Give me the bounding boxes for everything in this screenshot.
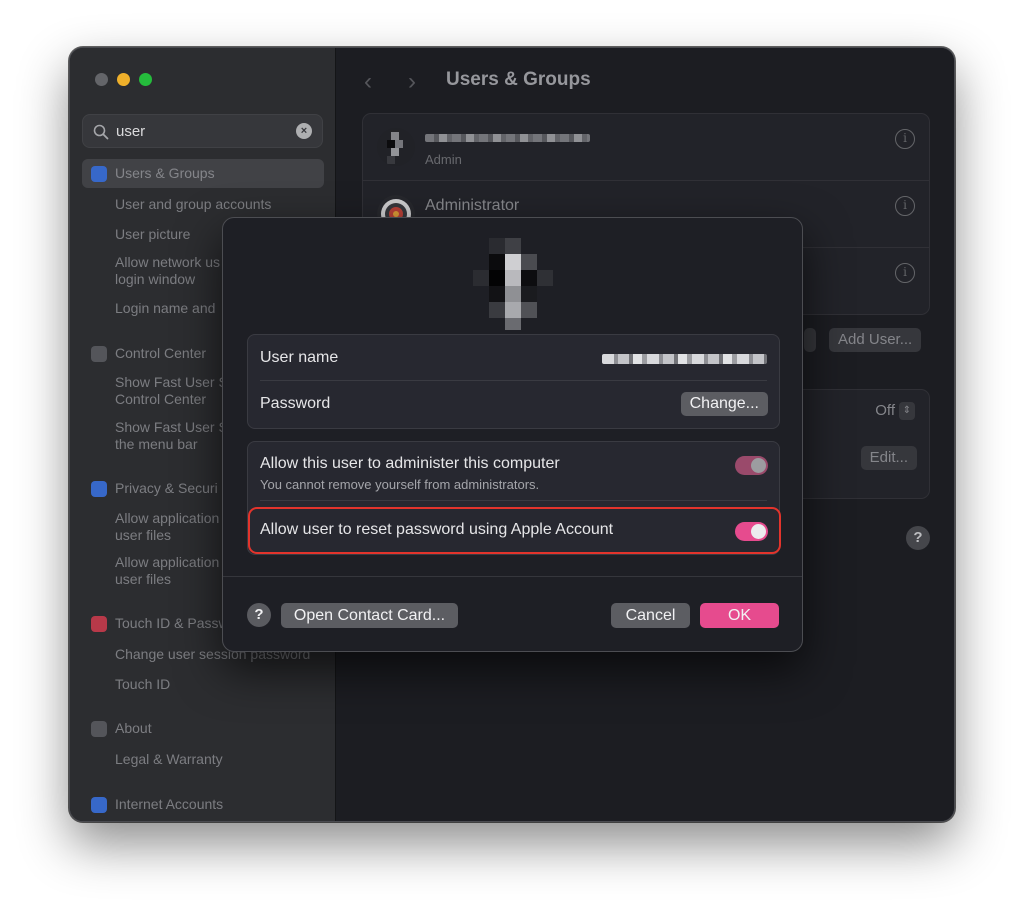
cancel-button[interactable]: Cancel	[611, 603, 690, 628]
password-label: Password	[260, 395, 331, 412]
account-info-group: User name Password Change...	[247, 334, 780, 429]
user-name-label: User name	[260, 349, 339, 366]
permissions-group: Allow this user to administer this compu…	[247, 441, 781, 555]
admin-sublabel: You cannot remove yourself from administ…	[260, 477, 540, 492]
user-avatar	[473, 238, 553, 330]
change-password-button[interactable]: Change...	[680, 392, 768, 416]
highlight-annotation	[248, 507, 781, 554]
user-name-row: User name	[248, 335, 779, 381]
edit-user-sheet: User name Password Change... Allow this …	[222, 217, 803, 652]
admin-row: Allow this user to administer this compu…	[248, 442, 779, 500]
password-row: Password Change...	[248, 381, 779, 429]
redacted-user-name-value	[602, 354, 767, 364]
open-contact-card-button[interactable]: Open Contact Card...	[281, 603, 458, 628]
help-button[interactable]: ?	[247, 603, 271, 627]
admin-label: Allow this user to administer this compu…	[260, 455, 560, 472]
ok-button[interactable]: OK	[700, 603, 779, 628]
divider	[223, 576, 802, 577]
divider	[260, 500, 767, 501]
admin-toggle	[735, 456, 768, 475]
